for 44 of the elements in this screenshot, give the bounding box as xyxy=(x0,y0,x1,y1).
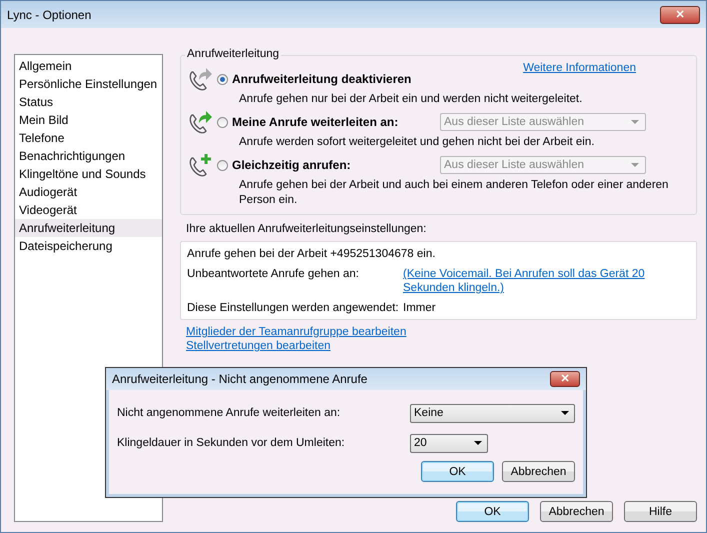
category-item[interactable]: Status xyxy=(15,93,162,111)
window-title: Lync - Optionen xyxy=(7,8,92,22)
summary-value: Immer xyxy=(403,301,436,315)
dropdown[interactable]: Keine xyxy=(410,404,575,422)
dialog-button[interactable]: OK xyxy=(421,461,494,482)
category-item[interactable]: Mein Bild xyxy=(15,111,162,129)
radio-button[interactable] xyxy=(217,74,228,84)
option-description: Anrufe werden sofort weitergeleitet und gehen nicht bei der Arbeit ein. xyxy=(238,135,596,150)
category-item[interactable]: Audiogerät xyxy=(15,183,162,201)
field-label: Nicht angenommene Anrufe weiterleiten an: xyxy=(117,407,342,419)
summary-text: Anrufe gehen bei der Arbeit +495251304678 ein. xyxy=(187,247,436,261)
dropdown[interactable]: 20 xyxy=(410,434,488,452)
phone-arrow-icon xyxy=(187,109,213,135)
summary-link[interactable]: (Keine Voicemail. Bei Anrufen soll das Gerät 20 Sekunden klingeln.) xyxy=(403,267,690,295)
category-item[interactable]: Telefone xyxy=(15,129,162,147)
edit-link[interactable]: Stellvertretungen bearbeiten xyxy=(186,339,330,353)
field-label: Klingeldauer in Sekunden vor dem Umleiten: xyxy=(117,437,346,449)
edit-link[interactable]: Mitglieder der Teamanrufgruppe bearbeiten xyxy=(186,325,406,339)
radio-button[interactable] xyxy=(217,160,228,170)
option-description: Anrufe gehen nur bei der Arbeit ein und werden nicht weitergeleitet. xyxy=(238,92,584,107)
category-item[interactable]: Videogerät xyxy=(15,201,162,219)
category-item[interactable]: Allgemein xyxy=(15,57,162,75)
option-label: Gleichzeitig anrufen: xyxy=(232,158,352,172)
more-info-link[interactable]: Weitere Informationen xyxy=(523,62,636,74)
category-item[interactable]: Benachrichtigungen xyxy=(15,147,162,165)
summary-label: Unbeantwortete Anrufe gehen an: xyxy=(187,267,360,282)
radio-button[interactable] xyxy=(217,116,228,128)
phone-plus-icon xyxy=(187,152,213,178)
phone-arrow-icon xyxy=(187,66,213,92)
group-title: Anrufweiterleitung xyxy=(185,48,282,60)
dialog-button[interactable]: OK xyxy=(456,501,529,522)
dialog-button[interactable]: Abbrechen xyxy=(502,461,575,482)
category-item[interactable]: Klingeltöne und Sounds xyxy=(15,165,162,183)
option-label: Meine Anrufe weiterleiten an: xyxy=(232,115,400,129)
dialog-button[interactable]: Abbrechen xyxy=(540,501,613,522)
summary-label: Diese Einstellungen werden angewendet: xyxy=(187,301,400,315)
dialog-title: Anrufweiterleitung - Nicht angenommene Anrufe xyxy=(112,372,368,386)
category-item[interactable]: Persönliche Einstellungen xyxy=(15,75,162,93)
section-heading: Ihre aktuellen Anrufweiterleitungseinstellungen: xyxy=(186,223,428,235)
option-label: Anrufweiterleitung deaktivieren xyxy=(232,72,412,86)
category-item[interactable]: Dateispeicherung xyxy=(15,237,162,255)
category-item[interactable]: Anrufweiterleitung xyxy=(15,219,162,237)
option-description: Anrufe gehen bei der Arbeit und auch bei einem anderen Telefon oder einer anderen Person ein. xyxy=(238,178,670,208)
dialog-button[interactable]: Hilfe xyxy=(624,501,697,522)
